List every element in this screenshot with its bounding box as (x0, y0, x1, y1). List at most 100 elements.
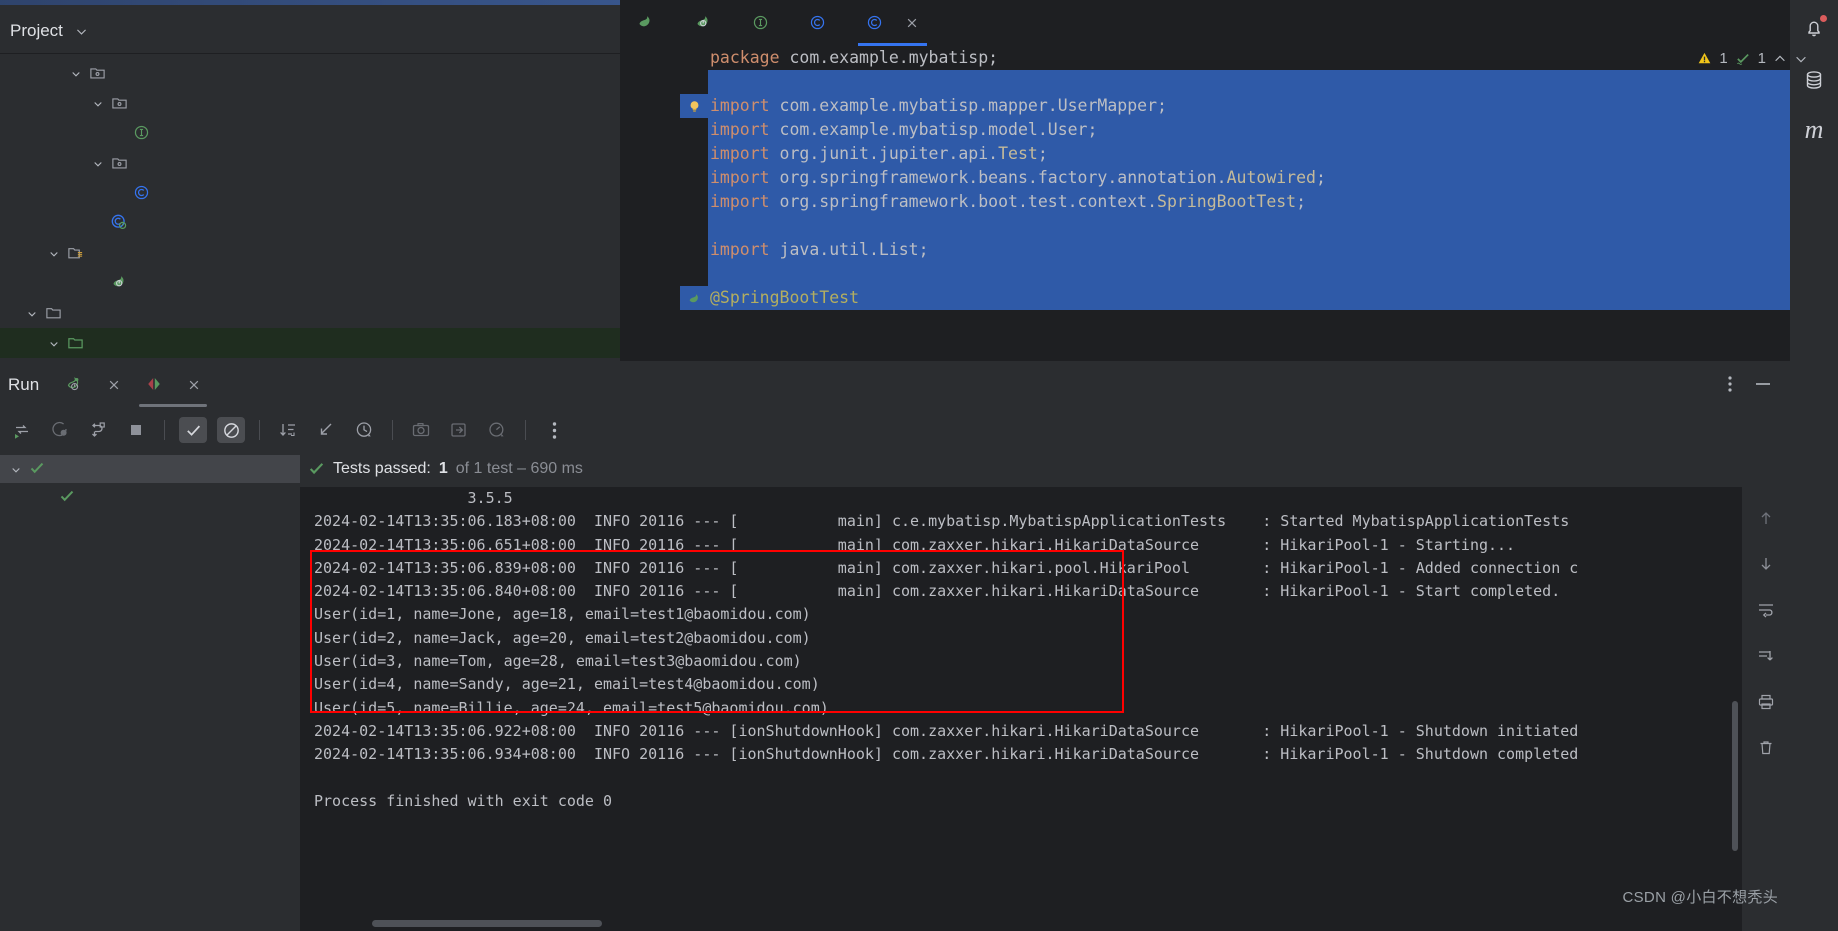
project-tree-item[interactable] (0, 178, 620, 208)
chevron-down-icon[interactable] (75, 23, 88, 38)
toolbar-separator (392, 420, 393, 440)
show-passed-icon[interactable] (179, 417, 207, 443)
console-line: 3.5.5 (314, 489, 513, 507)
inspection-widget[interactable]: 1 1 (1697, 50, 1808, 67)
editor-body[interactable]: 1 1 package com.example.mybatisp; import… (620, 46, 1838, 361)
tree-expand-arrow-icon[interactable] (88, 156, 108, 170)
close-icon[interactable] (107, 376, 121, 394)
editor-tab[interactable] (736, 0, 793, 46)
tests-passed-suffix: of 1 test – 690 ms (455, 460, 583, 477)
code-line[interactable]: import org.springframework.beans.factory… (620, 166, 1838, 190)
tree-expand-arrow-icon[interactable] (66, 66, 86, 80)
rerun-icon[interactable] (8, 417, 36, 443)
check-green-icon (26, 460, 48, 478)
code-line[interactable]: @SpringBootTest (620, 286, 1838, 310)
spring-leaf-icon[interactable] (680, 286, 708, 310)
code-line-text (708, 70, 1838, 94)
expand-collapse-icon[interactable] (312, 417, 340, 443)
code-line[interactable]: import org.springframework.boot.test.con… (620, 190, 1838, 214)
console-vertical-scrollbar[interactable] (1732, 701, 1738, 851)
next-problem-icon[interactable] (1794, 50, 1808, 67)
editor-tab[interactable] (850, 0, 935, 46)
database-icon[interactable] (1802, 68, 1826, 94)
stop-icon[interactable] (122, 417, 150, 443)
scroll-up-icon[interactable] (1757, 509, 1775, 529)
notifications-bell-icon[interactable] (1802, 15, 1827, 42)
scroll-to-end-icon[interactable] (1757, 647, 1775, 667)
bulb-icon[interactable] (680, 94, 708, 118)
history-icon[interactable] (350, 417, 378, 443)
run-tool-window: Run Tests passed: 1 of 1 test – 690 ms 3… (0, 361, 1790, 931)
code-line[interactable] (620, 214, 1838, 238)
run-tab[interactable] (133, 361, 213, 409)
project-tree-item[interactable] (0, 88, 620, 118)
maven-m-icon[interactable]: m (1805, 117, 1824, 143)
code-line-text: import org.springframework.boot.test.con… (708, 190, 1838, 214)
code-line[interactable]: import com.example.mybatisp.model.User; (620, 118, 1838, 142)
editor-tab[interactable] (793, 0, 850, 46)
screenshot-icon[interactable] (407, 417, 435, 443)
export-icon[interactable] (445, 417, 473, 443)
close-icon[interactable] (187, 376, 201, 394)
code-line[interactable]: package com.example.mybatisp; (620, 46, 1838, 70)
console-line: 2024-02-14T13:35:06.839+08:00 INFO 20116… (314, 558, 1579, 577)
more-options-icon[interactable] (540, 417, 568, 443)
run-tab[interactable] (53, 361, 133, 409)
code-line[interactable]: import org.junit.jupiter.api.Test; (620, 142, 1838, 166)
code-line-text: import com.example.mybatisp.mapper.UserM… (708, 94, 1838, 118)
spring-run-icon (65, 375, 83, 395)
tree-expand-arrow-icon[interactable] (6, 462, 26, 476)
project-panel-header[interactable]: Project (0, 8, 620, 54)
print-icon[interactable] (1757, 693, 1775, 713)
tree-expand-arrow-icon[interactable] (88, 96, 108, 110)
project-tree-item[interactable] (0, 58, 620, 88)
soft-wrap-icon[interactable] (1757, 601, 1775, 621)
console-horizontal-scrollbar[interactable] (372, 920, 602, 927)
project-tree-item[interactable] (0, 118, 620, 148)
editor-tab-bar[interactable] (620, 0, 1838, 46)
editor-tab[interactable] (620, 0, 678, 46)
interface-icon (752, 14, 769, 33)
profile-icon[interactable] (483, 417, 511, 443)
show-ignored-icon[interactable] (217, 417, 245, 443)
warning-icon (1697, 50, 1712, 67)
code-editor[interactable]: package com.example.mybatisp; import com… (620, 46, 1838, 361)
rerun-failed-icon[interactable] (46, 417, 74, 443)
close-icon[interactable] (905, 14, 919, 32)
run-window-header-actions[interactable] (1728, 375, 1790, 395)
code-line[interactable]: import java.util.List; (620, 238, 1838, 262)
test-tree-item[interactable] (0, 483, 300, 511)
project-tree-item[interactable] (0, 208, 620, 238)
test-tree-item[interactable] (0, 455, 300, 483)
console-side-toolbar[interactable] (1742, 487, 1790, 931)
project-tree[interactable] (0, 54, 620, 358)
run-toolbar[interactable] (0, 409, 1790, 451)
console-line: User(id=3, name=Tom, age=28, email=test3… (314, 652, 802, 671)
project-tree-item[interactable] (0, 148, 620, 178)
project-tree-item[interactable] (0, 298, 620, 328)
more-options-icon[interactable] (1728, 375, 1732, 395)
clear-all-icon[interactable] (1757, 739, 1775, 759)
test-results-tree[interactable] (0, 451, 300, 931)
previous-problem-icon[interactable] (1773, 50, 1787, 67)
code-line[interactable] (620, 262, 1838, 286)
project-tree-item[interactable] (0, 328, 620, 358)
project-tree-item[interactable] (0, 268, 620, 298)
project-tree-item[interactable] (0, 238, 620, 268)
minimize-icon[interactable] (1754, 375, 1772, 395)
notification-badge-dot (1820, 15, 1827, 22)
editor-tab[interactable] (678, 0, 736, 46)
scroll-down-icon[interactable] (1757, 555, 1775, 575)
console-line: User(id=1, name=Jone, age=18, email=test… (314, 605, 811, 624)
sort-alphabetically-icon[interactable] (274, 417, 302, 443)
tree-expand-arrow-icon[interactable] (44, 336, 64, 350)
code-line[interactable] (620, 70, 1838, 94)
right-tool-strip[interactable]: m (1790, 0, 1838, 931)
code-line[interactable]: import com.example.mybatisp.mapper.UserM… (620, 94, 1838, 118)
tree-expand-arrow-icon[interactable] (22, 306, 42, 320)
console-output[interactable]: 3.5.5 2024-02-14T13:35:06.183+08:00 INFO … (300, 487, 1742, 931)
run-tab-list[interactable] (53, 361, 213, 409)
rerun-automatically-icon[interactable] (84, 417, 112, 443)
tree-expand-arrow-icon[interactable] (44, 246, 64, 260)
console-line: User(id=5, name=Billie, age=24, email=te… (314, 698, 829, 717)
